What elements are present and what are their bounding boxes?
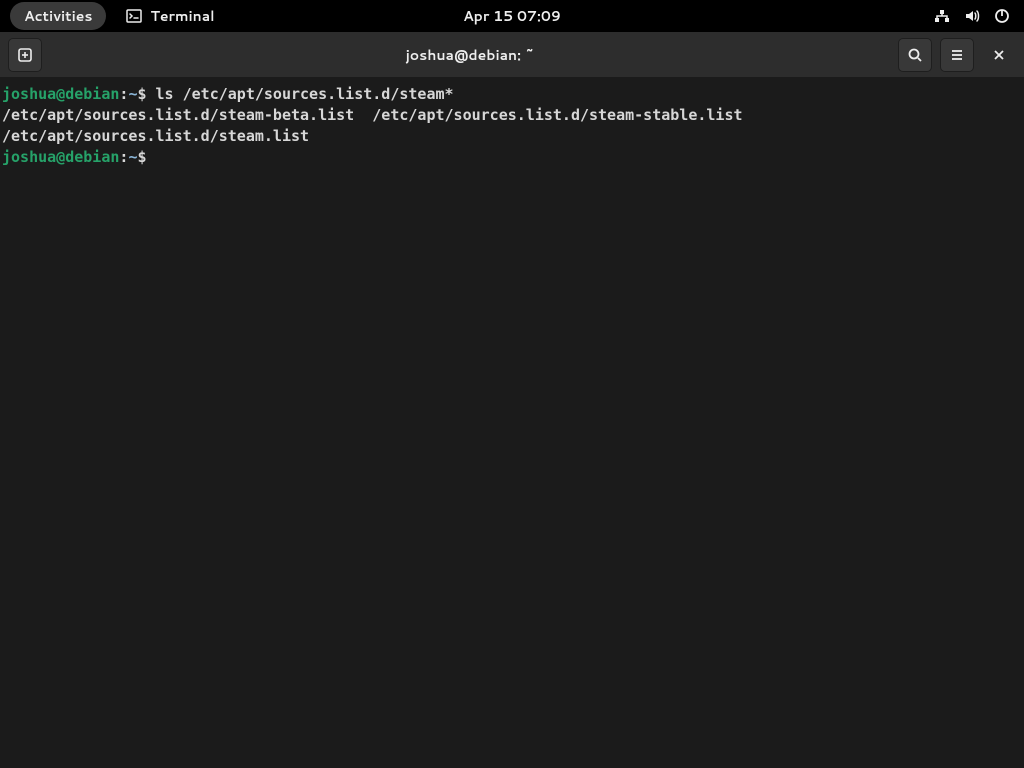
prompt-dollar: $ (137, 148, 155, 166)
new-tab-button[interactable] (8, 38, 42, 72)
clock[interactable]: Apr 15 07:09 (463, 6, 561, 26)
app-name-label: Terminal (150, 6, 214, 26)
activities-button[interactable]: Activities (10, 2, 106, 30)
output-line: /etc/apt/sources.list.d/steam.list (2, 127, 309, 145)
menu-button[interactable] (940, 38, 974, 72)
app-menu[interactable]: Terminal (126, 6, 214, 26)
terminal-headerbar: joshua@debian: ~ (0, 32, 1024, 78)
command-text: ls /etc/apt/sources.list.d/steam* (156, 85, 454, 103)
prompt-userhost: joshua@debian (2, 85, 119, 103)
prompt-userhost: joshua@debian (2, 148, 119, 166)
terminal-icon (126, 8, 142, 24)
output-line: /etc/apt/sources.list.d/steam-beta.list … (2, 106, 743, 124)
volume-icon[interactable] (964, 8, 980, 24)
close-icon (992, 48, 1006, 62)
terminal-content[interactable]: joshua@debian:~$ ls /etc/apt/sources.lis… (0, 78, 1024, 768)
prompt-dollar: $ (137, 85, 155, 103)
search-button[interactable] (898, 38, 932, 72)
power-icon[interactable] (994, 8, 1010, 24)
network-icon[interactable] (934, 8, 950, 24)
system-status-area[interactable] (934, 8, 1010, 24)
gnome-top-panel: Activities Terminal Apr 15 07:09 (0, 0, 1024, 32)
window-title: joshua@debian: ~ (50, 45, 890, 65)
close-button[interactable] (982, 38, 1016, 72)
